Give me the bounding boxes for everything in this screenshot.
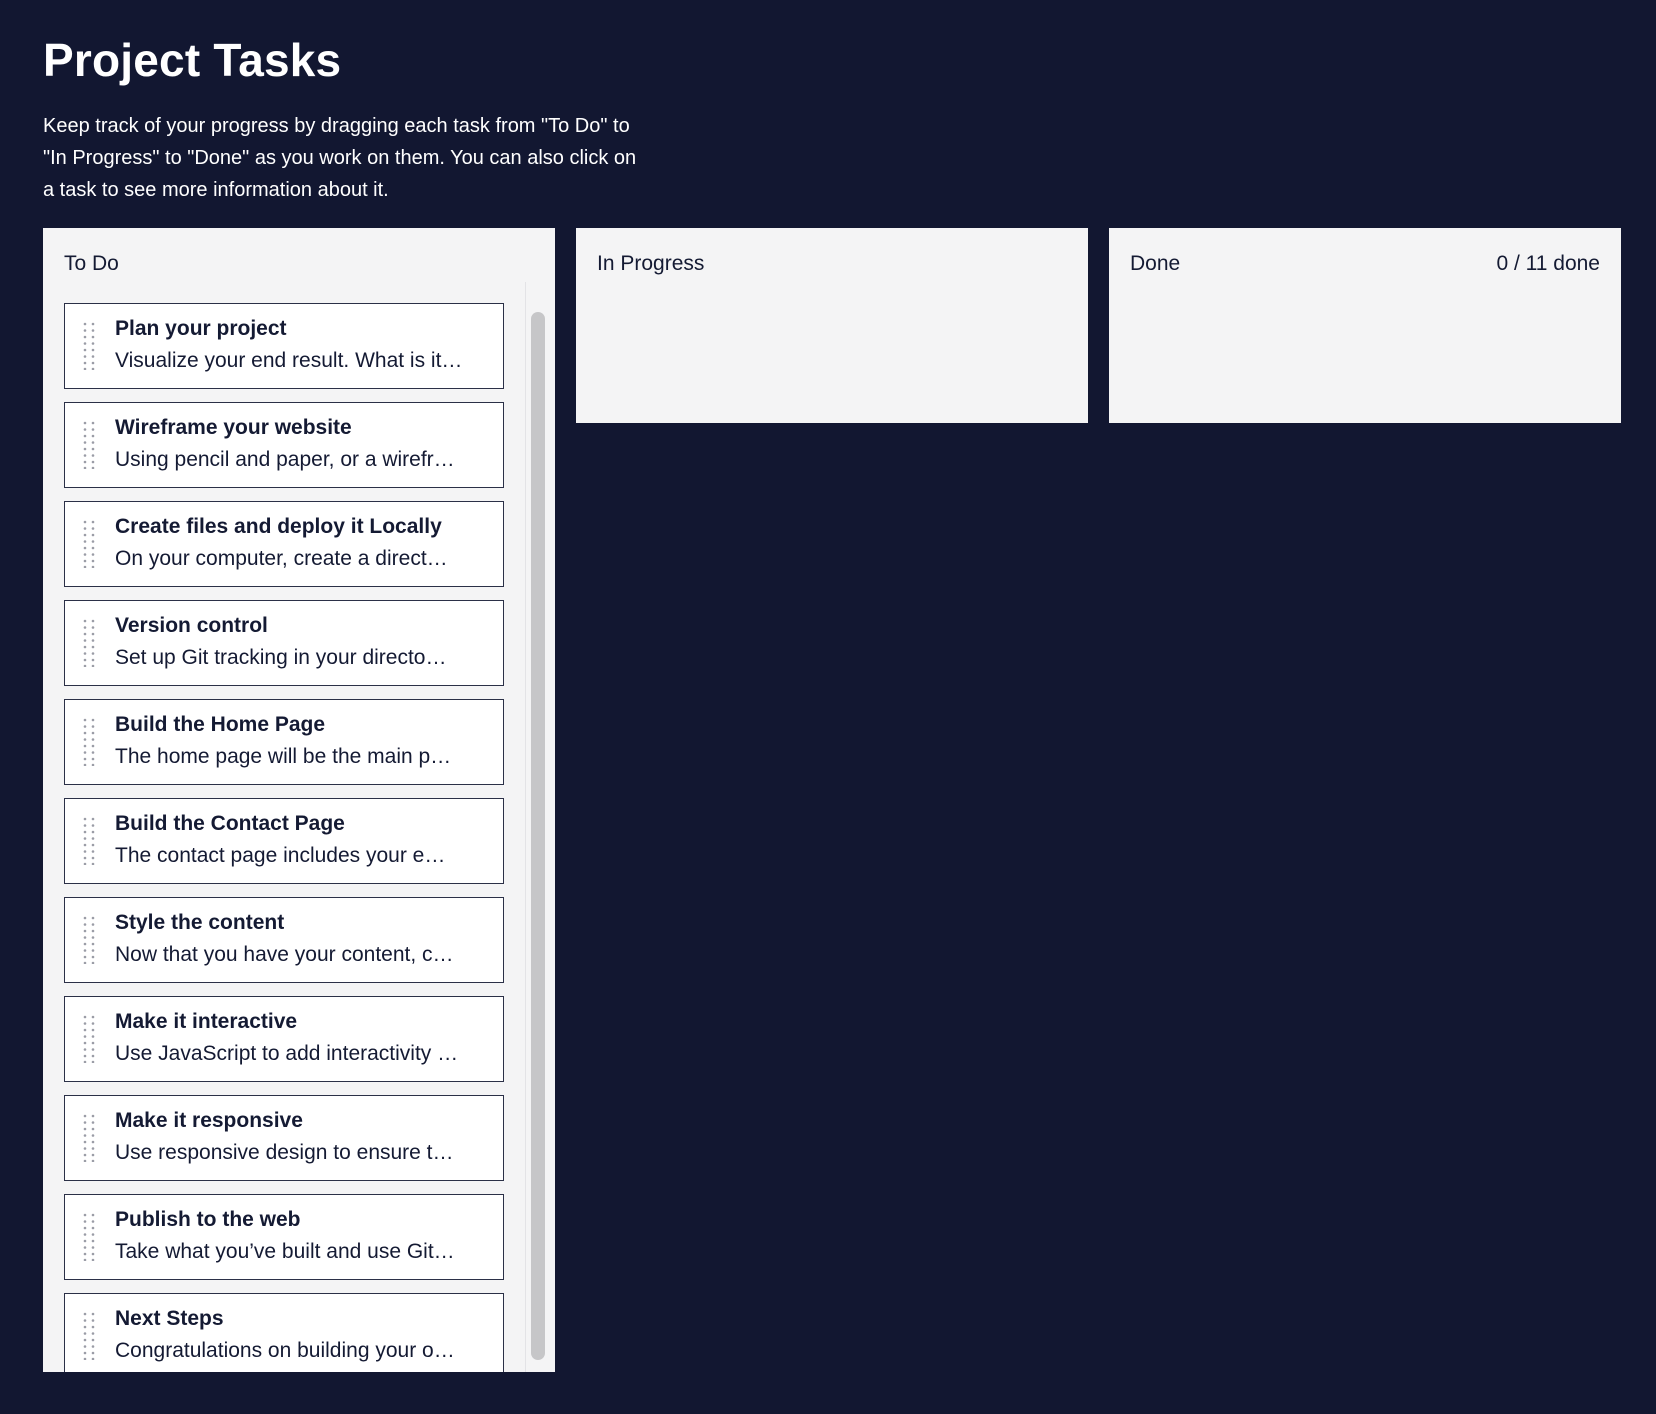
drag-handle-icon[interactable] (82, 1312, 96, 1361)
column-header: To Do (64, 248, 534, 280)
task-title: Make it responsive (115, 1109, 303, 1132)
scrollbar-track[interactable] (525, 282, 547, 1372)
page-title: Project Tasks (43, 34, 342, 86)
drag-handle-icon[interactable] (82, 421, 96, 470)
task-summary: Now that you have your content, c… (115, 943, 454, 966)
task-title: Make it interactive (115, 1010, 298, 1033)
column-title: To Do (64, 252, 119, 275)
drag-handle-icon[interactable] (82, 520, 96, 569)
task-card[interactable]: Build the Home Page The home page will b… (64, 699, 504, 785)
column-title: In Progress (597, 252, 705, 275)
task-title: Style the content (115, 911, 285, 934)
page-description: Keep track of your progress by dragging … (43, 115, 637, 201)
task-card[interactable]: Next Steps Congratulations on building y… (64, 1293, 504, 1372)
column-title: Done (1130, 252, 1181, 275)
drag-handle-icon[interactable] (82, 322, 96, 371)
drag-handle-icon[interactable] (82, 916, 96, 965)
drag-handle-icon[interactable] (82, 817, 96, 866)
task-title: Build the Contact Page (115, 812, 345, 835)
task-card[interactable]: Plan your project Visualize your end res… (64, 303, 504, 389)
drag-handle-icon[interactable] (82, 718, 96, 767)
task-summary: Take what you’ve built and use Git… (115, 1240, 455, 1263)
task-list: Plan your project Visualize your end res… (64, 303, 504, 1372)
column-in-progress[interactable]: In Progress (576, 228, 1088, 423)
column-done[interactable]: Done 0 / 11 done (1109, 228, 1621, 423)
column-header: Done 0 / 11 done (1130, 248, 1600, 280)
task-title: Next Steps (115, 1307, 224, 1330)
task-title: Build the Home Page (115, 713, 326, 736)
task-title: Version control (115, 614, 268, 637)
task-card[interactable]: Make it interactive Use JavaScript to ad… (64, 996, 504, 1082)
task-summary: Use responsive design to ensure t… (115, 1141, 454, 1164)
task-summary: The contact page includes your e… (115, 844, 446, 867)
drag-handle-icon[interactable] (82, 1015, 96, 1064)
scrollbar-thumb[interactable] (531, 312, 545, 1360)
task-card[interactable]: Wireframe your website Using pencil and … (64, 402, 504, 488)
drag-handle-icon[interactable] (82, 1213, 96, 1262)
task-title: Publish to the web (115, 1208, 301, 1231)
task-summary: Using pencil and paper, or a wirefr… (115, 448, 455, 471)
task-card[interactable]: Publish to the web Take what you’ve buil… (64, 1194, 504, 1280)
drag-handle-icon[interactable] (82, 1114, 96, 1163)
task-card[interactable]: Build the Contact Page The contact page … (64, 798, 504, 884)
column-todo[interactable]: To Do Plan your project Visualize your e… (43, 228, 555, 1372)
task-card[interactable]: Create files and deploy it Locally On yo… (64, 501, 504, 587)
task-summary: Set up Git tracking in your directo… (115, 646, 447, 669)
task-card[interactable]: Make it responsive Use responsive design… (64, 1095, 504, 1181)
task-summary: On your computer, create a direct… (115, 547, 448, 570)
task-title: Wireframe your website (115, 416, 352, 439)
done-counter: 0 / 11 done (1496, 252, 1600, 275)
task-summary: The home page will be the main p… (115, 745, 452, 768)
task-card[interactable]: Style the content Now that you have your… (64, 897, 504, 983)
column-header: In Progress (597, 248, 1067, 280)
task-title: Plan your project (115, 317, 287, 340)
task-summary: Visualize your end result. What is it… (115, 349, 463, 372)
drag-handle-icon[interactable] (82, 619, 96, 668)
task-summary: Congratulations on building your o… (115, 1339, 455, 1362)
task-title: Create files and deploy it Locally (115, 515, 442, 538)
task-card[interactable]: Version control Set up Git tracking in y… (64, 600, 504, 686)
task-summary: Use JavaScript to add interactivity … (115, 1042, 459, 1065)
